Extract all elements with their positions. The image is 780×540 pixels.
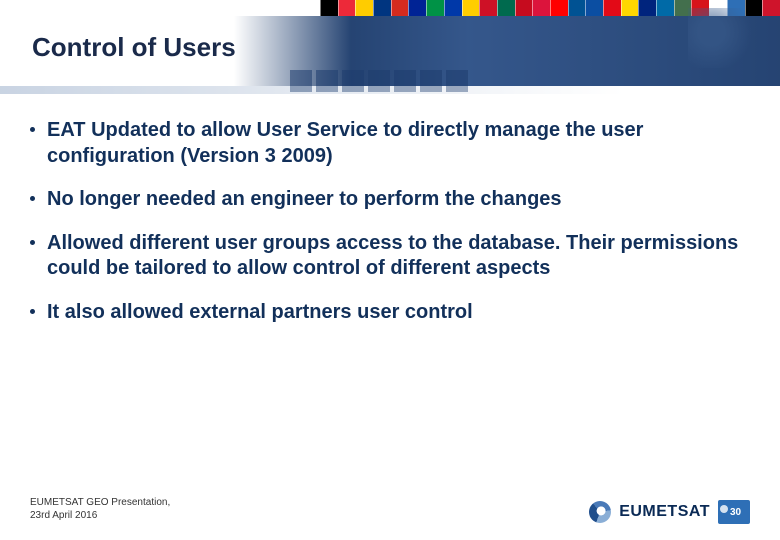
slide-title: Control of Users <box>32 32 236 63</box>
bullet-item: No longer needed an engineer to perform … <box>30 187 750 213</box>
flag-icon <box>638 0 656 16</box>
bullet-text: No longer needed an engineer to perform … <box>47 187 562 213</box>
flag-icon <box>585 0 603 16</box>
bullet-text: EAT Updated to allow User Service to dir… <box>47 118 750 169</box>
eumetsat-logo-text: EUMETSAT <box>619 503 710 521</box>
flag-icon <box>355 0 373 16</box>
footer-text: EUMETSAT GEO Presentation, 23rd April 20… <box>30 496 170 522</box>
flag-icon <box>568 0 586 16</box>
bullet-icon <box>30 127 35 132</box>
satellite-graphic <box>688 8 768 68</box>
flag-icon <box>515 0 533 16</box>
flag-icon <box>656 0 674 16</box>
flag-icon <box>497 0 515 16</box>
flag-icon <box>603 0 621 16</box>
flag-icon <box>338 0 356 16</box>
flag-icon <box>320 0 338 16</box>
flag-icon <box>479 0 497 16</box>
bullet-item: It also allowed external partners user c… <box>30 300 750 326</box>
bullet-item: EAT Updated to allow User Service to dir… <box>30 118 750 169</box>
flag-icon <box>550 0 568 16</box>
bullet-text: It also allowed external partners user c… <box>47 300 473 326</box>
flag-icon <box>462 0 480 16</box>
anniversary-badge <box>718 500 750 524</box>
footer-line1: EUMETSAT GEO Presentation, <box>30 496 170 509</box>
flag-icon <box>391 0 409 16</box>
badge-satellite-icon <box>720 505 728 513</box>
footer-line2: 23rd April 2016 <box>30 509 170 522</box>
eumetsat-swirl-icon <box>589 501 611 523</box>
bullet-icon <box>30 196 35 201</box>
flag-icon <box>373 0 391 16</box>
bullet-item: Allowed different user groups access to … <box>30 231 750 282</box>
footer-logo: EUMETSAT <box>589 500 750 524</box>
banner-divider <box>0 86 780 94</box>
flag-icon <box>408 0 426 16</box>
flag-icon <box>532 0 550 16</box>
flag-icon <box>621 0 639 16</box>
bullet-text: Allowed different user groups access to … <box>47 231 750 282</box>
flag-icon <box>444 0 462 16</box>
bullet-icon <box>30 240 35 245</box>
bullet-icon <box>30 309 35 314</box>
content-area: EAT Updated to allow User Service to dir… <box>30 118 750 344</box>
flag-icon <box>426 0 444 16</box>
